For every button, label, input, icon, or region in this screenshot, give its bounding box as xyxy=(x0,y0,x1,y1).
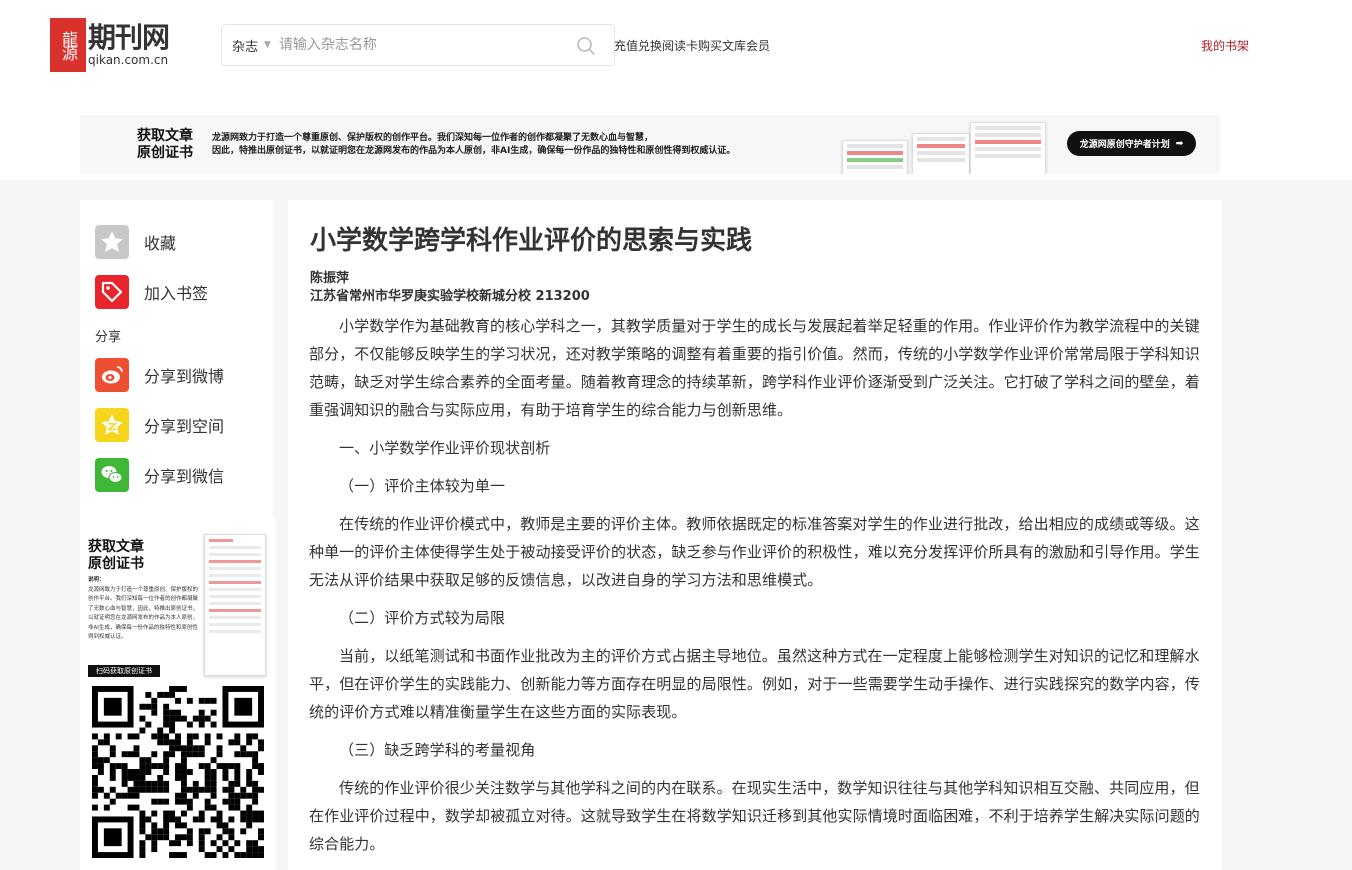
share-wechat-button[interactable]: 分享到微信 xyxy=(95,458,224,492)
subsection-heading: （二）评价方式较为局限 xyxy=(339,609,506,627)
logo-en-text: qikan.com.cn xyxy=(88,53,169,67)
banner-description: 龙源网致力于打造一个尊重原创、保护版权的创作平台。我们深知每一位作者的创作都凝聚… xyxy=(212,133,736,156)
qr-code-image xyxy=(92,686,264,858)
bookmark-button[interactable]: 加入书签 xyxy=(95,275,208,309)
wechat-icon xyxy=(95,458,129,492)
chevron-down-icon[interactable]: ▼ xyxy=(264,40,271,50)
qzone-star-icon xyxy=(95,408,129,442)
arrow-right-icon: ➡ xyxy=(1175,138,1184,149)
share-weibo-button[interactable]: 分享到微博 xyxy=(95,358,224,392)
left-sidebar: 收藏 加入书签 分享 分享到微博 分享到空间 分享到微信 获取文章 原创证书 说… xyxy=(80,200,276,870)
article-paragraph: 小学数学作为基础教育的核心学科之一，其教学质量对于学生的成长与发展起着举足轻重的… xyxy=(309,317,1200,419)
section-heading: 一、小学数学作业评价现状剖析 xyxy=(339,439,551,457)
share-qzone-button[interactable]: 分享到空间 xyxy=(95,408,224,442)
article-paragraph: 传统的作业评价很少关注数学与其他学科之间的内在联系。在现实生活中，数学知识往往与… xyxy=(309,779,1200,853)
site-header: 龍源 期刊网 qikan.com.cn 杂志 ▼ 充值兑换阅读卡购买文库会员 我… xyxy=(0,0,1352,90)
search-input[interactable] xyxy=(278,37,559,53)
certificate-preview-image xyxy=(912,133,970,174)
scan-qr-label: 扫码获取原创证书 xyxy=(88,665,160,677)
bookshelf-link[interactable]: 我的书架 xyxy=(1201,37,1249,54)
weibo-icon xyxy=(95,358,129,392)
article-paragraph: 当前，以纸笔测试和书面作业批改为主的评价方式占据主导地位。虽然这种方式在一定程度… xyxy=(309,647,1200,721)
star-icon xyxy=(95,225,129,259)
certificate-preview-image xyxy=(970,122,1046,174)
logo-cn-text: 期刊网 xyxy=(88,21,170,54)
tag-icon xyxy=(95,275,129,309)
search-icon[interactable] xyxy=(576,36,596,56)
site-logo[interactable]: 龍源 期刊网 qikan.com.cn xyxy=(50,18,170,72)
article-organization: 江苏省常州市华罗庚实验学校新城分校 213200 xyxy=(310,289,590,304)
article-container: 小学数学跨学科作业评价的思索与实践 陈振萍 江苏省常州市华罗庚实验学校新城分校 … xyxy=(288,200,1222,870)
logo-mark: 龍源 xyxy=(50,18,86,72)
promo-title: 获取文章 原创证书 xyxy=(88,539,144,572)
favorite-button[interactable]: 收藏 xyxy=(95,225,176,259)
recharge-link[interactable]: 充值兑换阅读卡购买文库会员 xyxy=(614,37,770,54)
certificate-preview-image xyxy=(204,534,266,676)
guardian-plan-button[interactable]: 龙源网原创守护者计划 ➡ xyxy=(1067,131,1196,156)
subsection-heading: （一）评价主体较为单一 xyxy=(339,477,506,495)
search-type-select[interactable]: 杂志 xyxy=(232,36,258,55)
certificate-preview-image xyxy=(842,140,908,174)
article-author: 陈振萍 xyxy=(310,271,350,286)
certificate-promo[interactable]: 获取文章 原创证书 说明： 龙源网致力于打造一个尊重原创、保护版权的创作平台。我… xyxy=(86,518,276,870)
article-title: 小学数学跨学科作业评价的思索与实践 xyxy=(310,226,753,256)
share-heading: 分享 xyxy=(95,330,122,345)
search-bar: 杂志 ▼ xyxy=(221,24,615,66)
subsection-heading: （三）缺乏跨学科的考量视角 xyxy=(339,741,536,759)
promo-description: 说明： 龙源网致力于打造一个尊重原创、保护版权的创作平台。我们深知每一位作者的创… xyxy=(88,577,199,640)
article-body: 小学数学作为基础教育的核心学科之一，其教学质量对于学生的成长与发展起着举足轻重的… xyxy=(309,312,1201,868)
certificate-banner[interactable]: 获取文章 原创证书 龙源网致力于打造一个尊重原创、保护版权的创作平台。我们深知每… xyxy=(80,115,1220,174)
article-paragraph: 在传统的作业评价模式中，教师是主要的评价主体。教师依据既定的标准答案对学生的作业… xyxy=(309,515,1200,589)
banner-title: 获取文章 原创证书 xyxy=(137,128,193,161)
